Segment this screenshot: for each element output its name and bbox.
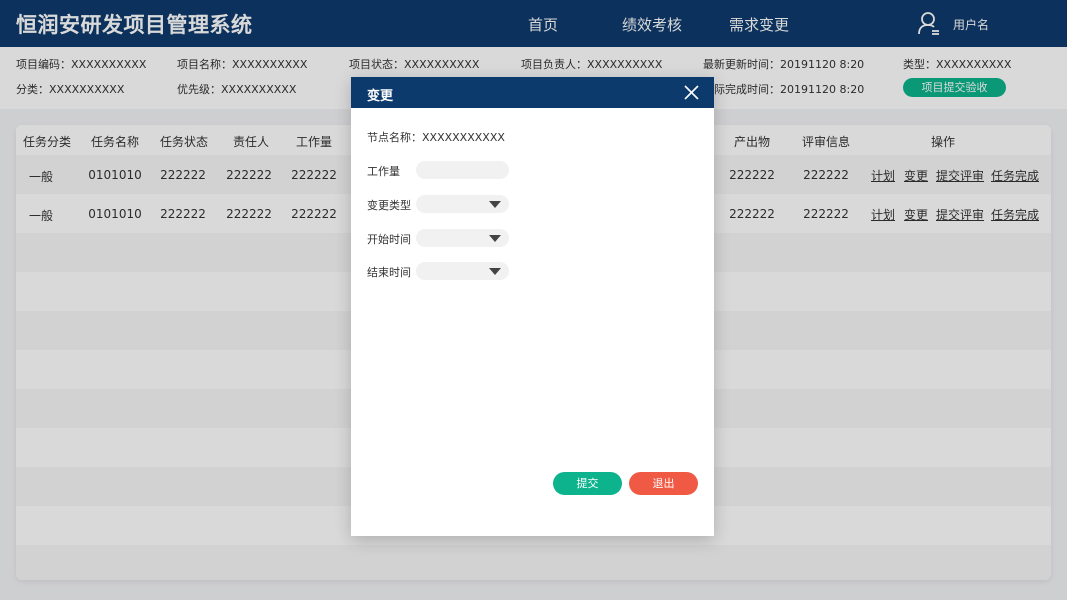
dialog-title: 变更 <box>367 89 394 104</box>
dialog-header: 变更 <box>351 77 714 108</box>
chevron-down-icon <box>489 201 501 208</box>
start-time-label: 开始时间 <box>367 233 411 246</box>
node-name: 节点名称：XXXXXXXXXXX <box>367 131 505 144</box>
exit-button[interactable]: 退出 <box>629 472 698 495</box>
change-type-select[interactable] <box>416 195 509 213</box>
close-icon[interactable] <box>684 85 699 100</box>
change-type-label: 变更类型 <box>367 199 411 212</box>
submit-button[interactable]: 提交 <box>553 472 622 495</box>
workload-label: 工作量 <box>367 165 400 178</box>
end-time-label: 结束时间 <box>367 266 411 279</box>
chevron-down-icon <box>489 235 501 242</box>
start-time-select[interactable] <box>416 229 509 247</box>
chevron-down-icon <box>489 268 501 275</box>
change-dialog: 变更 节点名称：XXXXXXXXXXX 工作量 变更类型 开始时间 结束时间 提… <box>351 77 714 536</box>
workload-input[interactable] <box>416 161 509 179</box>
end-time-select[interactable] <box>416 262 509 280</box>
